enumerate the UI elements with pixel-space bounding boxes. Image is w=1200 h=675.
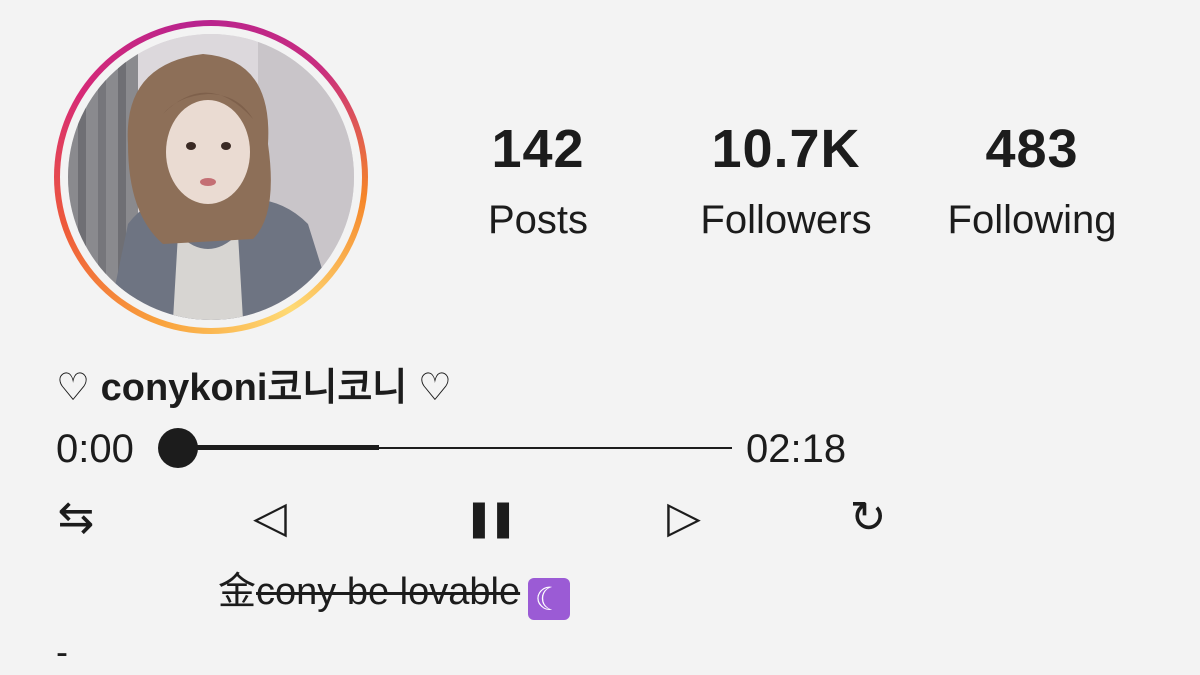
profile-name: ♡ conykoni코니코니 ♡ [56, 362, 452, 414]
followers-count: 10.7K [711, 119, 861, 179]
shuffle-icon[interactable]: ⇆ [46, 490, 106, 546]
username: conykoni코니코니 [100, 367, 408, 409]
bio-prefix: 金 [218, 571, 257, 613]
previous-icon[interactable]: ◁ [240, 490, 300, 546]
moon-icon: ☾ [528, 578, 571, 620]
heart-suffix: ♡ [407, 367, 452, 409]
bio-strikethrough: cony be lovable [256, 571, 521, 613]
avatar-photo [68, 34, 354, 320]
pause-icon[interactable]: ❚❚ [458, 490, 518, 546]
posts-label: Posts [487, 198, 589, 242]
story-ring[interactable] [54, 20, 368, 334]
repeat-icon[interactable]: ↻ [838, 490, 898, 546]
following-count: 483 [985, 119, 1079, 179]
posts-count: 142 [491, 119, 585, 179]
bio: 金cony be lovable ☾ [218, 566, 571, 620]
stat-followers[interactable]: 10.7K Followers [676, 118, 896, 248]
stat-following[interactable]: 483 Following [922, 118, 1142, 248]
progress-knob[interactable] [158, 428, 198, 468]
avatar[interactable] [68, 34, 354, 320]
following-label: Following [947, 198, 1117, 242]
heart-prefix: ♡ [56, 367, 101, 409]
followers-label: Followers [700, 198, 872, 242]
next-icon[interactable]: ▷ [654, 490, 714, 546]
bio-extra-line: - [56, 631, 68, 672]
stat-posts[interactable]: 142 Posts [428, 118, 648, 248]
progress-fill [180, 445, 379, 450]
current-time: 0:00 [56, 427, 134, 471]
total-time: 02:18 [746, 427, 847, 471]
